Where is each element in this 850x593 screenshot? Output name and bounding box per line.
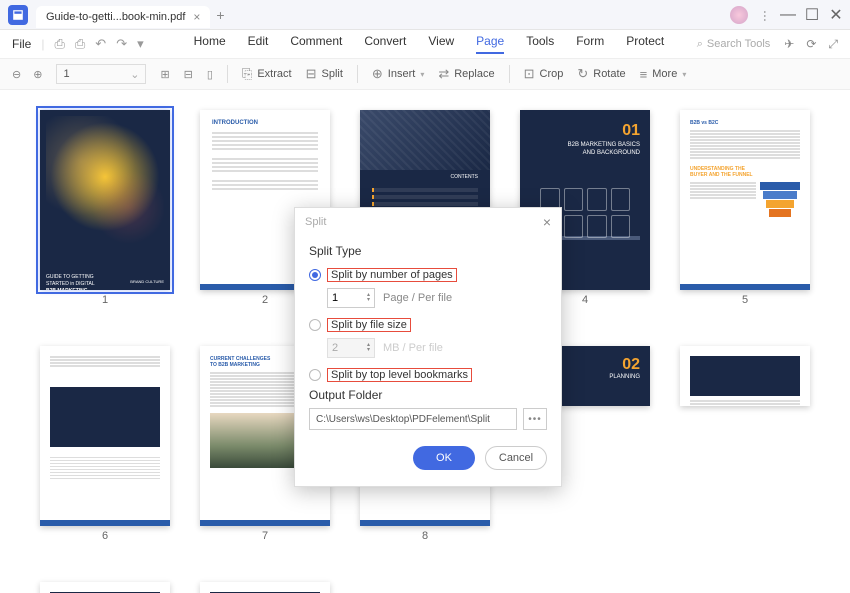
send-icon[interactable]: ✈ <box>784 37 794 52</box>
page-number-input[interactable]: 1 ⌄ <box>56 64 146 84</box>
replace-button[interactable]: ⇄Replace <box>438 66 494 82</box>
expand-icon[interactable]: ⤢ <box>828 37 838 52</box>
tab-close-icon[interactable]: × <box>193 10 200 24</box>
document-tab[interactable]: Guide-to-getti...book-min.pdf × <box>36 6 210 28</box>
chevron-down-icon: ▾ <box>682 70 686 79</box>
browse-folder-button[interactable]: ••• <box>523 408 547 430</box>
page-thumb-12[interactable]: SEGMENTATION <box>200 582 330 593</box>
zoom-out-icon[interactable]: ⊖ <box>12 68 21 81</box>
chevron-down-icon: ▾ <box>420 70 424 79</box>
dropdown-icon[interactable]: ▾ <box>137 36 144 52</box>
output-folder-label: Output Folder <box>309 388 547 402</box>
tab-convert[interactable]: Convert <box>364 34 406 54</box>
split-button[interactable]: ⊟Split <box>306 66 343 82</box>
cancel-button[interactable]: Cancel <box>485 446 547 470</box>
extract-button[interactable]: ⎘Extract <box>242 66 292 82</box>
tab-edit[interactable]: Edit <box>248 34 269 54</box>
option-split-by-pages[interactable]: Split by number of pages <box>309 268 547 282</box>
split-type-label: Split Type <box>309 244 547 258</box>
extract-icon: ⎘ <box>242 66 252 82</box>
radio-pages[interactable] <box>309 269 321 281</box>
page-thumb-5[interactable]: B2B vs B2C UNDERSTANDING THEBUYER AND TH… <box>680 110 810 306</box>
rotate-icon: ↻ <box>577 66 588 82</box>
crop-icon: ⊡ <box>524 66 535 82</box>
more-icon: ≡ <box>640 67 648 82</box>
size-input: 2 ▴▾ <box>327 338 375 358</box>
pages-count-input[interactable]: 1 ▴▾ <box>327 288 375 308</box>
print-icon[interactable]: ⎙ <box>75 36 85 52</box>
radio-size[interactable] <box>309 319 321 331</box>
undo-icon[interactable]: ↶ <box>95 36 106 52</box>
output-folder-input[interactable]: C:\Users\ws\Desktop\PDFelement\Split <box>309 408 517 430</box>
tab-view[interactable]: View <box>428 34 454 54</box>
page-toolbar: ⊖ ⊕ 1 ⌄ ⊞ ⊟ ▯ ⎘Extract ⊟Split ⊕Insert▾ ⇄… <box>0 58 850 90</box>
option-split-by-bookmarks[interactable]: Split by top level bookmarks <box>309 368 547 382</box>
close-window-button[interactable]: ✕ <box>830 9 842 21</box>
sync-icon[interactable]: ⟳ <box>806 37 816 52</box>
menubar: File | ⎙ ⎙ ↶ ↷ ▾ Home Edit Comment Conve… <box>0 30 850 58</box>
chevron-down-icon: ⌄ <box>130 68 139 81</box>
page-thumb-1[interactable]: GUIDE TO GETTING STARTED in DIGITAL B2B … <box>40 110 170 306</box>
tab-comment[interactable]: Comment <box>290 34 342 54</box>
more-button[interactable]: ≡More▾ <box>640 67 687 82</box>
layout-icon-2[interactable]: ⊟ <box>184 68 193 81</box>
option-split-by-size[interactable]: Split by file size <box>309 318 547 332</box>
dialog-title: Split <box>305 216 326 228</box>
layout-icon-1[interactable]: ⊞ <box>160 68 169 81</box>
tab-home[interactable]: Home <box>194 34 226 54</box>
titlebar: Guide-to-getti...book-min.pdf × + ⋯ — ☐ … <box>0 0 850 30</box>
minimize-button[interactable]: — <box>782 9 794 21</box>
crop-button[interactable]: ⊡Crop <box>524 66 564 82</box>
app-icon <box>8 5 28 25</box>
dialog-close-icon[interactable]: × <box>543 214 551 230</box>
search-icon: ⌕ <box>697 38 703 51</box>
insert-button[interactable]: ⊕Insert▾ <box>372 66 424 82</box>
save-icon[interactable]: ⎙ <box>54 36 64 52</box>
layout-icon-3[interactable]: ▯ <box>207 68 213 81</box>
search-tools[interactable]: ⌕ Search Tools <box>697 38 771 51</box>
redo-icon[interactable]: ↷ <box>116 36 127 52</box>
ok-button[interactable]: OK <box>413 446 475 470</box>
radio-bookmarks[interactable] <box>309 369 321 381</box>
file-menu[interactable]: File <box>12 37 31 51</box>
tab-form[interactable]: Form <box>576 34 604 54</box>
page-thumb-10[interactable] <box>680 346 810 542</box>
maximize-button[interactable]: ☐ <box>806 9 818 21</box>
user-avatar[interactable] <box>730 6 748 24</box>
step-down-icon[interactable]: ▾ <box>367 298 370 303</box>
more-menu-icon[interactable]: ⋯ <box>758 10 772 20</box>
new-tab-button[interactable]: + <box>216 7 224 23</box>
split-dialog: Split × Split Type Split by number of pa… <box>294 207 562 487</box>
split-icon: ⊟ <box>306 66 317 82</box>
insert-icon: ⊕ <box>372 66 383 82</box>
replace-icon: ⇄ <box>438 66 449 82</box>
page-thumb-6[interactable]: 6 <box>40 346 170 542</box>
tab-protect[interactable]: Protect <box>626 34 664 54</box>
page-thumb-11[interactable]: UNDERSTANDING YOURVALUE PROPOSITION <box>40 582 170 593</box>
tab-title: Guide-to-getti...book-min.pdf <box>46 11 185 23</box>
tab-tools[interactable]: Tools <box>526 34 554 54</box>
zoom-in-icon[interactable]: ⊕ <box>33 68 42 81</box>
tab-page[interactable]: Page <box>476 34 504 54</box>
rotate-button[interactable]: ↻Rotate <box>577 66 625 82</box>
